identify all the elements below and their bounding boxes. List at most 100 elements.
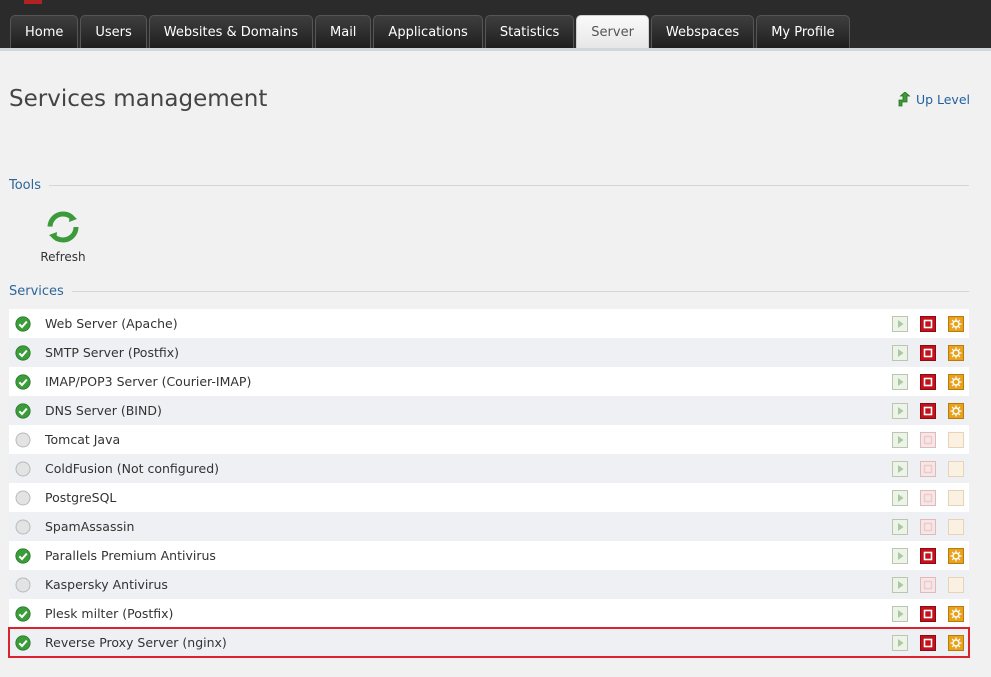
- service-row: Reverse Proxy Server (nginx): [8, 627, 970, 658]
- status-stopped-icon: [15, 461, 31, 477]
- service-name: SpamAssassin: [45, 519, 135, 534]
- service-controls: [880, 489, 964, 506]
- status-stopped-icon: [15, 490, 31, 506]
- status-stopped-icon: [15, 577, 31, 593]
- service-controls: [880, 634, 964, 651]
- status-running-icon: [15, 402, 31, 419]
- restart-service-icon[interactable]: [948, 431, 964, 448]
- up-level-link[interactable]: Up Level: [897, 92, 970, 107]
- refresh-icon: [47, 211, 79, 243]
- restart-service-icon[interactable]: [948, 605, 964, 622]
- start-service-icon[interactable]: [892, 344, 908, 361]
- nav-divider: [0, 48, 991, 51]
- start-service-icon[interactable]: [892, 373, 908, 390]
- services-divider: [71, 291, 969, 292]
- service-row: SMTP Server (Postfix): [9, 338, 969, 367]
- tab-home[interactable]: Home: [10, 15, 79, 48]
- stop-service-icon[interactable]: [920, 576, 936, 593]
- service-name: PostgreSQL: [45, 490, 117, 505]
- start-service-icon[interactable]: [892, 489, 908, 506]
- stop-service-icon[interactable]: [920, 344, 936, 361]
- status-stopped-icon: [15, 519, 31, 535]
- service-name: ColdFusion (Not configured): [45, 461, 220, 476]
- stop-service-icon[interactable]: [920, 402, 936, 419]
- service-row: DNS Server (BIND): [9, 396, 969, 425]
- status-running-icon: [15, 605, 31, 622]
- stop-service-icon[interactable]: [920, 315, 936, 332]
- stop-service-icon[interactable]: [920, 605, 936, 622]
- logo-fragment: [24, 0, 42, 4]
- stop-service-icon[interactable]: [920, 634, 936, 651]
- restart-service-icon[interactable]: [948, 634, 964, 651]
- status-running-icon: [15, 373, 31, 390]
- restart-service-icon[interactable]: [948, 547, 964, 564]
- status-stopped-icon: [15, 432, 31, 448]
- service-row: Plesk milter (Postfix): [9, 599, 969, 628]
- service-row: PostgreSQL: [9, 483, 969, 512]
- stop-service-icon[interactable]: [920, 373, 936, 390]
- status-running-icon: [15, 547, 31, 564]
- service-controls: [880, 518, 964, 535]
- restart-service-icon[interactable]: [948, 315, 964, 332]
- tab-my-profile[interactable]: My Profile: [756, 15, 850, 48]
- status-running-icon: [15, 634, 31, 651]
- restart-service-icon[interactable]: [948, 373, 964, 390]
- tab-server[interactable]: Server: [576, 15, 649, 48]
- service-name: Kaspersky Antivirus: [45, 577, 168, 592]
- stop-service-icon[interactable]: [920, 460, 936, 477]
- service-name: DNS Server (BIND): [45, 403, 162, 418]
- service-controls: [880, 431, 964, 448]
- tab-applications[interactable]: Applications: [373, 15, 483, 48]
- tools-heading: Tools: [9, 178, 42, 193]
- start-service-icon[interactable]: [892, 576, 908, 593]
- start-service-icon[interactable]: [892, 518, 908, 535]
- service-name: Plesk milter (Postfix): [45, 606, 174, 621]
- up-level-label: Up Level: [915, 92, 970, 107]
- start-service-icon[interactable]: [892, 315, 908, 332]
- tools-section-header: Tools: [9, 178, 969, 193]
- service-controls: [880, 373, 964, 390]
- stop-service-icon[interactable]: [920, 431, 936, 448]
- top-navigation-bar: Home Users Websites & Domains Mail Applicati…: [0, 0, 991, 51]
- start-service-icon[interactable]: [892, 431, 908, 448]
- stop-service-icon[interactable]: [920, 489, 936, 506]
- tab-users[interactable]: Users: [80, 15, 147, 48]
- status-running-icon: [15, 315, 31, 332]
- services-section-header: Services: [9, 284, 969, 299]
- stop-service-icon[interactable]: [920, 518, 936, 535]
- service-row: Kaspersky Antivirus: [9, 570, 969, 599]
- service-row: ColdFusion (Not configured): [9, 454, 969, 483]
- start-service-icon[interactable]: [892, 402, 908, 419]
- service-controls: [880, 547, 964, 564]
- service-controls: [880, 402, 964, 419]
- tab-statistics[interactable]: Statistics: [484, 15, 575, 48]
- tools-divider: [49, 185, 969, 186]
- restart-service-icon[interactable]: [948, 402, 964, 419]
- services-list: Web Server (Apache) SMTP Server (Postfix)…: [8, 309, 970, 658]
- service-name: IMAP/POP3 Server (Courier-IMAP): [45, 374, 252, 389]
- restart-service-icon[interactable]: [948, 518, 964, 535]
- service-controls: [880, 344, 964, 361]
- restart-service-icon[interactable]: [948, 344, 964, 361]
- stop-service-icon[interactable]: [920, 547, 936, 564]
- restart-service-icon[interactable]: [948, 460, 964, 477]
- restart-service-icon[interactable]: [948, 576, 964, 593]
- start-service-icon[interactable]: [892, 547, 908, 564]
- tab-websites-domains[interactable]: Websites & Domains: [148, 15, 314, 48]
- tab-mail[interactable]: Mail: [315, 15, 372, 48]
- tab-webspaces[interactable]: Webspaces: [650, 15, 755, 48]
- start-service-icon[interactable]: [892, 460, 908, 477]
- service-row: Tomcat Java: [9, 425, 969, 454]
- refresh-button[interactable]: Refresh: [36, 210, 90, 265]
- service-controls: [880, 315, 964, 332]
- restart-service-icon[interactable]: [948, 489, 964, 506]
- service-row: Parallels Premium Antivirus: [9, 541, 969, 570]
- start-service-icon[interactable]: [892, 605, 908, 622]
- service-controls: [880, 576, 964, 593]
- service-row: SpamAssassin: [9, 512, 969, 541]
- service-row: Web Server (Apache): [9, 309, 969, 338]
- service-row: IMAP/POP3 Server (Courier-IMAP): [9, 367, 969, 396]
- service-name: Web Server (Apache): [45, 316, 178, 331]
- start-service-icon[interactable]: [892, 634, 908, 651]
- page-title: Services management: [9, 86, 268, 112]
